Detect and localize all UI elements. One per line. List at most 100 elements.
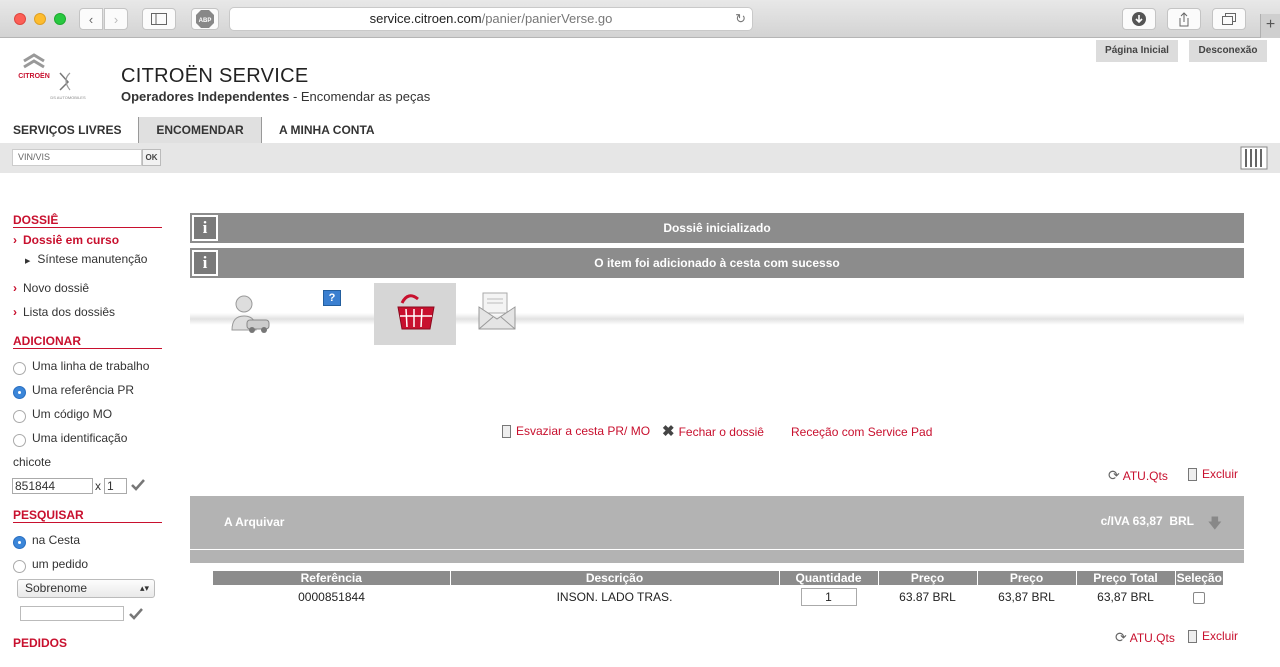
- basket-title: A Arquivar: [224, 515, 285, 529]
- service-pad-link[interactable]: Receção com Service Pad: [791, 425, 932, 439]
- order-steps: ?: [190, 283, 1244, 345]
- adicionar-section-title: ADICIONAR: [13, 334, 81, 348]
- cell-desc: INSON. LADO TRAS.: [556, 590, 673, 604]
- radio-um-pedido[interactable]: [13, 560, 26, 573]
- basket-header: A Arquivar c/IVA 63,87 BRL 🡇: [190, 496, 1244, 549]
- sintese-link[interactable]: ▶ Síntese manutenção: [25, 252, 147, 266]
- subtitle-rest: - Encomendar as peças: [289, 89, 431, 104]
- logout-link[interactable]: Desconexão: [1189, 40, 1267, 62]
- sidebar-toggle-button[interactable]: [142, 8, 176, 30]
- col-preco: Preço: [877, 571, 977, 585]
- adblock-icon: ABP: [196, 10, 214, 28]
- trash-icon: [1188, 630, 1197, 644]
- trash-icon: [502, 425, 511, 439]
- adicionar-divider: [13, 348, 162, 349]
- tabs-icon: [1222, 13, 1236, 25]
- update-qty-link-top[interactable]: ⟳ ATU.Qts: [1108, 467, 1168, 484]
- chevron-right-icon: ›: [113, 11, 119, 27]
- row-select-checkbox[interactable]: [1193, 591, 1205, 604]
- cell-price2: 63,87 BRL: [998, 590, 1055, 604]
- step-order-envelope[interactable]: [477, 291, 517, 331]
- minimize-window-button[interactable]: [34, 13, 46, 25]
- tabs-button[interactable]: [1212, 8, 1246, 30]
- ds-logo[interactable]: DS AUTOMOBILES: [48, 70, 88, 102]
- subtitle-bold: Operadores Independentes: [121, 89, 290, 104]
- col-quantidade: Quantidade: [778, 571, 878, 585]
- zoom-window-button[interactable]: [54, 13, 66, 25]
- share-button[interactable]: [1167, 8, 1201, 30]
- close-dossier-link[interactable]: ✖ Fechar o dossiê: [662, 422, 764, 440]
- cell-ref: 0000851844: [298, 590, 365, 604]
- customer-car-icon: [231, 295, 270, 333]
- update-qty-link-bottom[interactable]: ⟳ ATU.Qts: [1115, 629, 1175, 646]
- search-confirm-button[interactable]: [129, 607, 143, 624]
- close-window-button[interactable]: [14, 13, 26, 25]
- update-qty-label: ATU.Qts: [1122, 469, 1168, 483]
- radio-identificacao-label: Uma identificação: [32, 431, 128, 445]
- qty-multiplier: x: [95, 479, 101, 493]
- row-quantity-input[interactable]: 1: [800, 588, 857, 606]
- basket-table: Referência Descrição Quantidade Preço Pr…: [213, 571, 1223, 609]
- col-descricao: Descrição: [449, 571, 779, 585]
- dossie-section-title: DOSSIÊ: [13, 213, 59, 227]
- add-confirm-button[interactable]: [131, 478, 145, 495]
- sintese-label: Síntese manutenção: [37, 252, 148, 266]
- col-referencia: Referência: [213, 571, 450, 585]
- url-host: service.citroen.com: [369, 11, 482, 26]
- home-link[interactable]: Página Inicial: [1096, 40, 1178, 62]
- empty-basket-link[interactable]: Esvaziar a cesta PR/ MO: [502, 424, 650, 439]
- radio-referencia-pr[interactable]: [13, 386, 26, 399]
- envelope-icon: [478, 292, 516, 330]
- catalog-icon[interactable]: [1240, 145, 1268, 171]
- pesquisar-section-title: PESQUISAR: [13, 508, 84, 522]
- search-type-value: Sobrenome: [25, 581, 88, 595]
- delete-link-top[interactable]: Excluir: [1188, 467, 1238, 482]
- select-arrows-icon: ▴▾: [139, 583, 149, 593]
- chevron-right-icon: ›: [13, 233, 17, 247]
- help-icon[interactable]: ?: [323, 290, 341, 306]
- radio-na-cesta-label: na Cesta: [32, 533, 81, 547]
- cell-total: 63,87 BRL: [1097, 590, 1154, 604]
- downloads-button[interactable]: [1122, 8, 1156, 30]
- nav-servicos-livres[interactable]: SERVIÇOS LIVRES: [13, 117, 121, 143]
- radio-na-cesta[interactable]: [13, 536, 26, 549]
- radio-codigo-mo-label: Um código MO: [32, 407, 113, 421]
- url-path: /panier/panierVerse.go: [481, 11, 613, 26]
- triangle-right-icon: ▶: [25, 258, 31, 265]
- checkmark-icon: [129, 608, 143, 620]
- basket-icon: [397, 294, 435, 330]
- arrow-down-icon[interactable]: 🡇: [1208, 513, 1222, 537]
- svg-text:CITROËN: CITROËN: [18, 72, 50, 80]
- reload-icon[interactable]: ↻: [735, 8, 746, 30]
- info-icon: i: [192, 215, 218, 241]
- nav-encomendar[interactable]: ENCOMENDAR: [138, 117, 262, 143]
- nav-minha-conta[interactable]: A MINHA CONTA: [279, 117, 375, 143]
- radio-codigo-mo[interactable]: [13, 410, 26, 423]
- step-basket-active[interactable]: [374, 283, 456, 345]
- step-customer-vehicle[interactable]: [230, 294, 272, 334]
- vin-input[interactable]: VIN/VIS: [12, 149, 142, 166]
- vin-ok-button[interactable]: OK: [142, 149, 161, 166]
- radio-identificacao[interactable]: [13, 434, 26, 447]
- radio-linha-trabalho[interactable]: [13, 362, 26, 375]
- new-tab-button[interactable]: +: [1260, 14, 1280, 38]
- checkmark-icon: [131, 479, 145, 491]
- adblock-button[interactable]: ABP: [191, 8, 219, 30]
- info-message-bar: i Dossiê inicializado: [190, 213, 1244, 243]
- lista-dossies-link[interactable]: › Lista dos dossiês: [13, 305, 115, 319]
- address-bar[interactable]: service.citroen.com/panier/panierVerse.g…: [229, 7, 753, 31]
- novo-dossie-link[interactable]: › Novo dossiê: [13, 281, 89, 295]
- forward-button[interactable]: ›: [104, 8, 128, 30]
- reference-input[interactable]: 851844: [12, 478, 93, 494]
- delete-link-bottom[interactable]: Excluir: [1188, 629, 1238, 644]
- info-message-text: Dossiê inicializado: [663, 221, 771, 235]
- close-icon: ✖: [662, 423, 675, 440]
- table-row: 0000851844 INSON. LADO TRAS. 1 63.87 BRL…: [213, 585, 1223, 609]
- quantity-input[interactable]: 1: [104, 478, 127, 494]
- chevron-right-icon: ›: [13, 305, 17, 319]
- dossie-em-curso-link[interactable]: › Dossiê em curso: [13, 233, 119, 247]
- col-preco-total: Preço Total: [1075, 571, 1175, 585]
- search-type-select[interactable]: Sobrenome ▴▾: [17, 579, 155, 598]
- back-button[interactable]: ‹: [79, 8, 103, 30]
- search-input[interactable]: [20, 606, 124, 621]
